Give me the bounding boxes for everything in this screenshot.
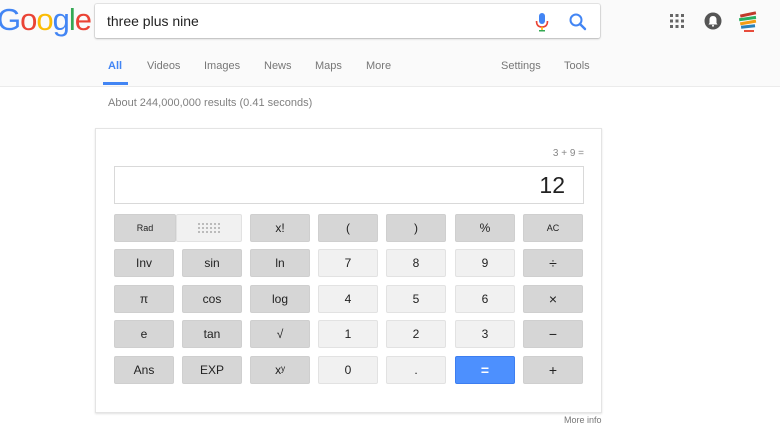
digit-9-button[interactable]: 9: [455, 249, 515, 277]
cos-button[interactable]: cos: [182, 285, 242, 313]
google-logo[interactable]: Google: [0, 2, 92, 38]
tab-images[interactable]: Images: [204, 60, 240, 72]
logo-letter: e: [74, 2, 92, 37]
open-paren-button[interactable]: (: [318, 214, 378, 242]
tab-settings[interactable]: Settings: [501, 60, 541, 72]
search-icon[interactable]: [568, 12, 588, 32]
sqrt-button[interactable]: √: [250, 320, 310, 348]
digit-7-button[interactable]: 7: [318, 249, 378, 277]
tab-maps[interactable]: Maps: [315, 60, 342, 72]
divide-button[interactable]: ÷: [523, 249, 583, 277]
calculator-expression: 3 + 9 =: [552, 148, 584, 159]
tab-all[interactable]: All: [108, 60, 122, 72]
search-input[interactable]: [107, 10, 527, 32]
answer-button[interactable]: Ans: [114, 356, 174, 384]
power-button[interactable]: xʸ: [250, 356, 310, 384]
calculator-result: 12: [539, 172, 565, 198]
sin-button[interactable]: sin: [182, 249, 242, 277]
factorial-button[interactable]: x!: [250, 214, 310, 242]
logo-letter: G: [0, 2, 21, 37]
tab-videos[interactable]: Videos: [147, 60, 180, 72]
tab-tools[interactable]: Tools: [564, 60, 590, 72]
logo-letter: g: [52, 2, 70, 37]
active-tab-indicator: [103, 82, 128, 85]
digit-4-button[interactable]: 4: [318, 285, 378, 313]
all-clear-button[interactable]: AC: [523, 214, 583, 242]
notifications-icon[interactable]: [703, 11, 723, 31]
tan-button[interactable]: tan: [182, 320, 242, 348]
plus-button[interactable]: +: [523, 356, 583, 384]
inverse-button[interactable]: Inv: [114, 249, 174, 277]
minus-button[interactable]: −: [523, 320, 583, 348]
close-paren-button[interactable]: ): [386, 214, 446, 242]
account-avatar-icon[interactable]: [736, 8, 762, 34]
percent-button[interactable]: %: [455, 214, 515, 242]
digit-6-button[interactable]: 6: [455, 285, 515, 313]
log-button[interactable]: log: [250, 285, 310, 313]
apps-grid-icon[interactable]: [670, 14, 684, 28]
logo-letter: o: [36, 2, 53, 37]
digit-2-button[interactable]: 2: [386, 320, 446, 348]
pi-button[interactable]: π: [114, 285, 174, 313]
top-bar: Google All Videos: [0, 0, 780, 87]
microphone-icon[interactable]: [533, 12, 551, 32]
digit-5-button[interactable]: 5: [386, 285, 446, 313]
tab-news[interactable]: News: [264, 60, 292, 72]
digit-1-button[interactable]: 1: [318, 320, 378, 348]
exp-button[interactable]: EXP: [182, 356, 242, 384]
tab-more[interactable]: More: [366, 60, 391, 72]
ln-button[interactable]: ln: [250, 249, 310, 277]
search-box: [95, 4, 600, 38]
equals-button[interactable]: =: [455, 356, 515, 384]
euler-button[interactable]: e: [114, 320, 174, 348]
more-info-link[interactable]: More info: [564, 415, 602, 425]
digit-8-button[interactable]: 8: [386, 249, 446, 277]
rad-button[interactable]: Rad: [114, 214, 176, 242]
result-stats: About 244,000,000 results (0.41 seconds): [108, 97, 313, 109]
multiply-button[interactable]: ×: [523, 285, 583, 313]
digit-0-button[interactable]: 0: [318, 356, 378, 384]
deg-keypad-icon: [198, 223, 220, 233]
decimal-button[interactable]: .: [386, 356, 446, 384]
digit-3-button[interactable]: 3: [455, 320, 515, 348]
calculator-display: 12: [114, 166, 584, 204]
logo-letter: o: [20, 2, 37, 37]
deg-button[interactable]: [176, 214, 242, 242]
calculator-card: 3 + 9 = 12 Rad x! ( ) % AC Inv sin ln 7 …: [95, 128, 602, 413]
